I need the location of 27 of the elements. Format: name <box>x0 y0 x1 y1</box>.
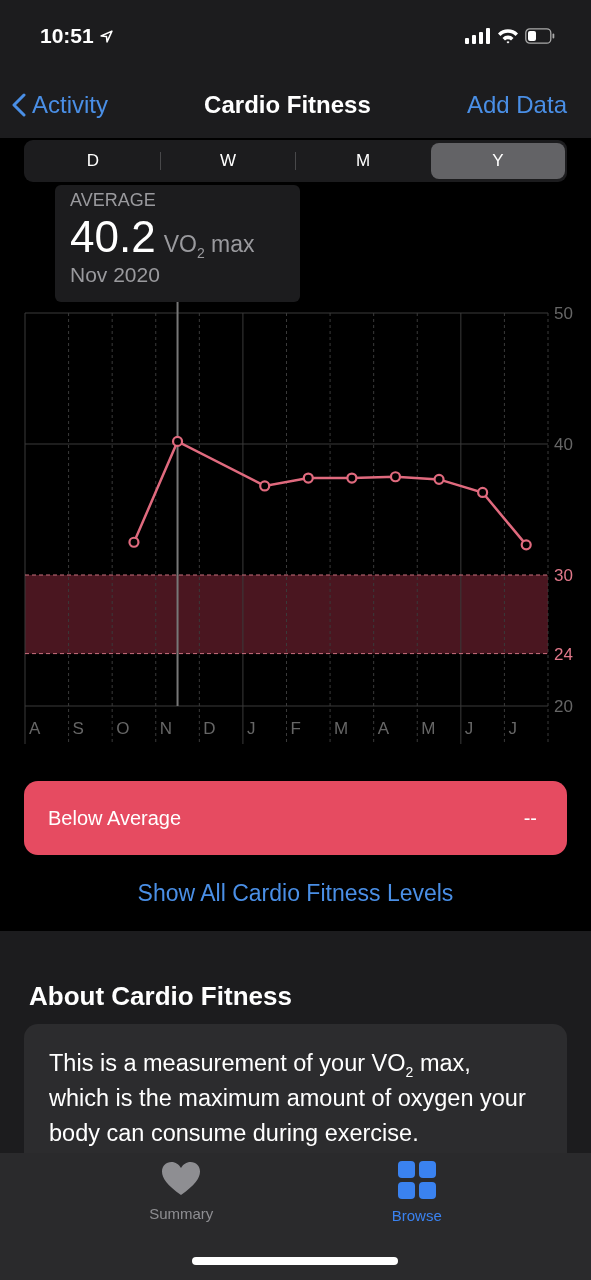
x-axis-label: M <box>421 719 436 738</box>
y-axis-label: 30 <box>554 566 573 585</box>
tooltip-label: AVERAGE <box>70 190 157 211</box>
tooltip-value: 40.2 <box>70 211 156 263</box>
about-text: This is a measurement of your VO$_{2}$ max, which is the maximum amount of oxygen your body can consume during exercise. <box>49 1049 527 1148</box>
x-axis-label: J <box>464 719 474 738</box>
y-axis-label: 24 <box>554 644 573 664</box>
section-heading: About Cardio Fitness <box>29 981 293 1012</box>
x-axis-label: A <box>29 719 41 738</box>
screen-title: Cardio Fitness <box>204 91 371 119</box>
x-axis-label: A <box>377 719 389 738</box>
level-value: -- <box>523 806 537 830</box>
x-axis-label: N <box>159 719 173 738</box>
status-time: 10:51 <box>40 24 94 48</box>
x-axis-label: S <box>72 719 84 738</box>
x-axis-label: F <box>290 719 301 738</box>
x-axis-label: M <box>334 719 349 738</box>
tooltip-date: Nov 2020 <box>70 263 161 287</box>
level-label: Below Average <box>48 806 182 830</box>
x-axis-label: J <box>246 719 256 738</box>
y-axis-label: 40 <box>554 435 573 454</box>
x-axis-label: D <box>203 719 216 738</box>
y-axis-label: 20 <box>554 697 573 716</box>
tooltip-unit: VO$_{2}$ max <box>163 231 255 258</box>
x-axis-label: O <box>116 719 130 738</box>
y-axis-label: 50 <box>554 304 573 323</box>
x-axis-label: J <box>508 719 517 738</box>
